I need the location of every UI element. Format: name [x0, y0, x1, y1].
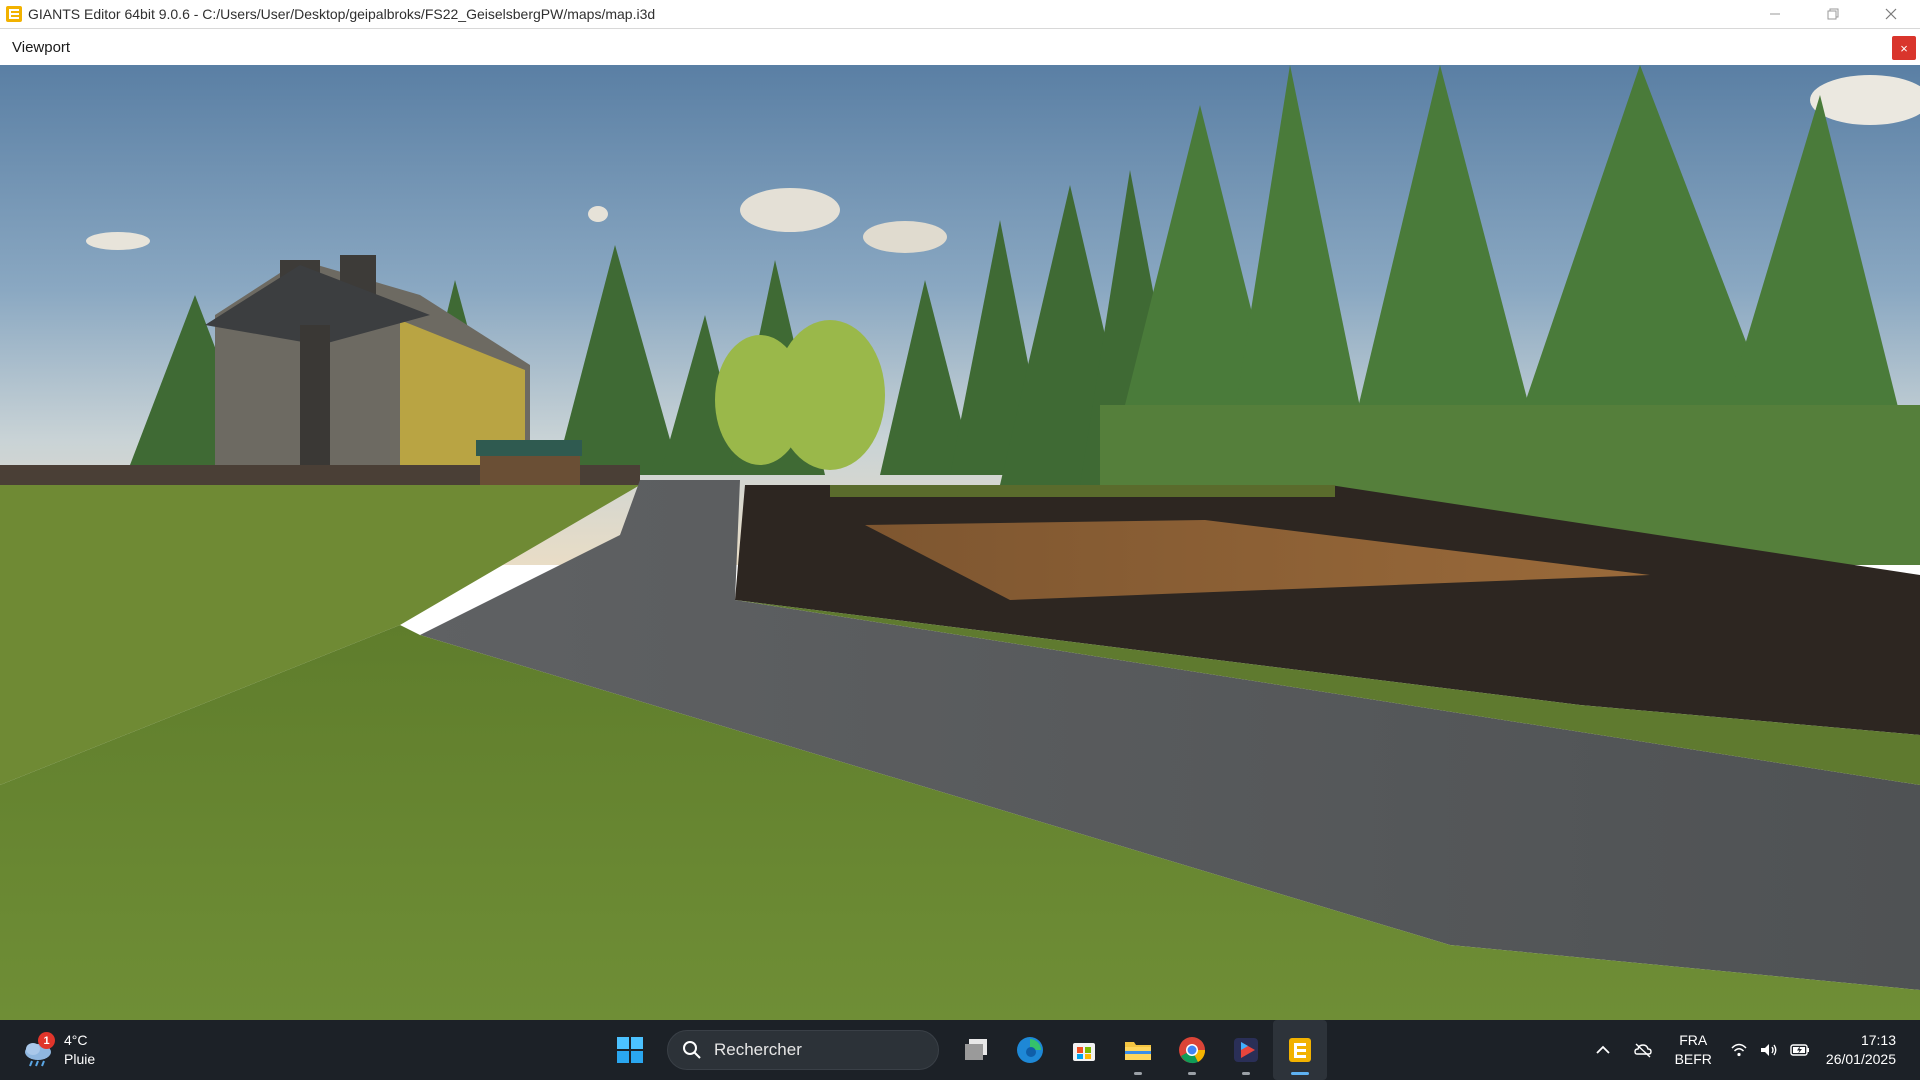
keyboard-layout: BEFR — [1674, 1051, 1712, 1067]
battery-button[interactable] — [1784, 1020, 1816, 1080]
clock-time: 17:13 — [1860, 1032, 1896, 1048]
file-explorer-button[interactable] — [1111, 1020, 1165, 1080]
restore-button[interactable] — [1804, 0, 1862, 28]
window-titlebar[interactable]: GIANTS Editor 64bit 9.0.6 - C:/Users/Use… — [0, 0, 1920, 28]
panel-title: Viewport — [12, 38, 71, 56]
windows-taskbar: 1 4°C Pluie Rechercher FRA BEFR 17:13 26… — [0, 1020, 1920, 1080]
notification-badge: 1 — [38, 1032, 55, 1049]
minimize-button[interactable] — [1746, 0, 1804, 28]
store-button[interactable] — [1057, 1020, 1111, 1080]
language-indicator[interactable]: FRA BEFR — [1663, 1031, 1724, 1069]
close-button[interactable] — [1862, 0, 1920, 28]
cloud-offline-icon — [1633, 1043, 1652, 1058]
media-player-button[interactable] — [1219, 1020, 1273, 1080]
screen: GIANTS Editor 64bit 9.0.6 - C:/Users/Use… — [0, 0, 1920, 1080]
viewport-panel-header: Viewport × — [0, 28, 1920, 65]
tray-overflow-button[interactable] — [1583, 1020, 1623, 1080]
close-icon — [1885, 8, 1897, 20]
taskbar-center: Rechercher — [603, 1020, 1327, 1080]
search-icon — [683, 1041, 701, 1059]
folder-icon — [1125, 1042, 1151, 1060]
chevron-up-icon — [1595, 1045, 1610, 1054]
language-code: FRA — [1679, 1032, 1708, 1048]
giants-editor-icon — [1289, 1038, 1311, 1062]
task-view-icon — [965, 1039, 987, 1060]
3d-viewport[interactable] — [0, 65, 1920, 1020]
speaker-icon — [1760, 1044, 1777, 1056]
wifi-icon — [1731, 1043, 1747, 1057]
edge-button[interactable] — [1003, 1020, 1057, 1080]
panel-close-button[interactable]: × — [1892, 36, 1916, 60]
running-indicator — [1134, 1072, 1142, 1075]
window-title: GIANTS Editor 64bit 9.0.6 - C:/Users/Use… — [28, 6, 656, 22]
task-view-button[interactable] — [949, 1020, 1003, 1080]
giants-editor-icon — [6, 6, 22, 22]
weather-condition: Pluie — [64, 1051, 96, 1067]
play-icon — [1234, 1038, 1258, 1062]
network-button[interactable] — [1724, 1020, 1754, 1080]
weather-icon-wrap: 1 — [20, 1032, 56, 1068]
active-indicator — [1291, 1072, 1309, 1075]
window-controls — [1746, 0, 1920, 28]
store-icon — [1073, 1043, 1095, 1061]
running-indicator — [1242, 1072, 1250, 1075]
giants-editor-taskbar-button[interactable] — [1273, 1020, 1327, 1080]
weather-text: 4°C Pluie — [64, 1031, 95, 1069]
system-tray: FRA BEFR 17:13 26/01/2025 — [1583, 1020, 1920, 1080]
chrome-icon — [1179, 1037, 1206, 1064]
weather-widget[interactable]: 1 4°C Pluie — [20, 1029, 95, 1071]
battery-charging-icon — [1790, 1044, 1809, 1056]
start-button[interactable] — [603, 1020, 657, 1080]
edge-icon — [1017, 1037, 1043, 1063]
taskbar-search[interactable]: Rechercher — [667, 1030, 939, 1070]
volume-button[interactable] — [1754, 1020, 1784, 1080]
chrome-button[interactable] — [1165, 1020, 1219, 1080]
clock-date: 26/01/2025 — [1825, 1051, 1896, 1067]
running-indicator — [1188, 1072, 1196, 1075]
restore-icon — [1827, 8, 1839, 20]
onedrive-button[interactable] — [1623, 1020, 1663, 1080]
windows-logo-icon — [617, 1037, 643, 1063]
clock[interactable]: 17:13 26/01/2025 — [1816, 1031, 1920, 1069]
search-placeholder: Rechercher — [714, 1040, 802, 1059]
scene-render[interactable] — [0, 65, 1920, 1020]
weather-temperature: 4°C — [64, 1032, 88, 1048]
minimize-icon — [1770, 13, 1780, 15]
